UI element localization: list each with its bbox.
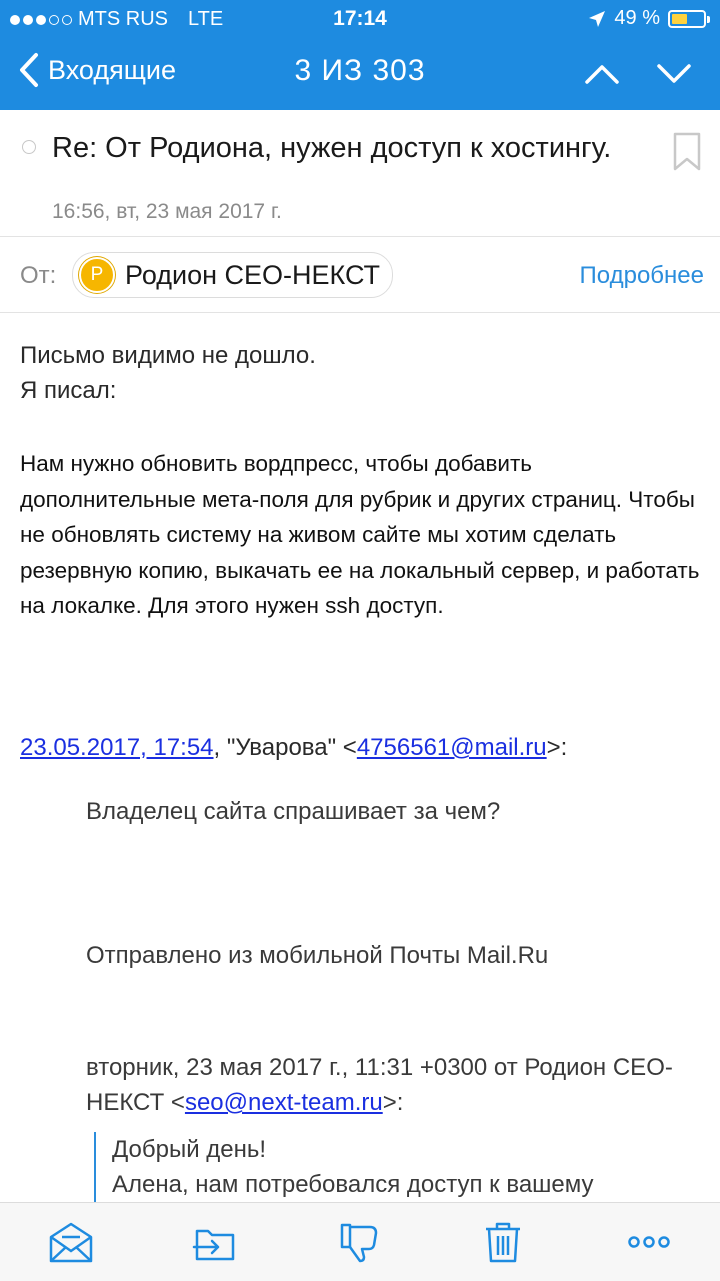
more-icon	[628, 1236, 670, 1248]
previous-message-button[interactable]	[584, 56, 620, 92]
nested-quote: Добрый день! Алена, нам потребовался дос…	[94, 1132, 594, 1202]
from-label: От:	[20, 262, 57, 289]
top-bar: MTS RUS LTE 17:14 49 % Входящие 3 ИЗ 303	[0, 0, 720, 110]
location-icon	[589, 10, 606, 27]
sender-name: Родион СЕО-НЕКСТ	[125, 259, 381, 290]
next-message-button[interactable]	[656, 56, 692, 92]
intro-text: Письмо видимо не дошло. Я писал:	[20, 338, 316, 408]
message-body: Письмо видимо не дошло. Я писал: Нам нуж…	[0, 312, 720, 1202]
details-link[interactable]: Подробнее	[580, 262, 704, 290]
nested-line: Алена, нам потребовался доступ к вашему	[112, 1171, 594, 1198]
quote-date-link[interactable]: 23.05.2017, 17:54	[20, 734, 214, 761]
trash-icon	[486, 1222, 520, 1263]
message-header: Re: От Родиона, нужен доступ к хостингу.…	[0, 110, 720, 237]
nested-email-link[interactable]: seo@next-team.ru	[185, 1089, 383, 1116]
sender-row: От: Р Родион СЕО-НЕКСТ Подробнее	[0, 236, 720, 313]
nested-suffix: >:	[382, 1089, 404, 1116]
quote-suffix: >:	[546, 734, 568, 761]
battery-icon	[668, 9, 710, 28]
signature: Отправлено из мобильной Почты Mail.Ru	[86, 942, 549, 969]
move-to-folder-icon	[192, 1229, 235, 1261]
message-date: 16:56, вт, 23 мая 2017 г.	[52, 200, 282, 223]
navigation-bar: Входящие 3 ИЗ 303	[0, 38, 720, 110]
quoted-text: Владелец сайта спрашивает за чем?	[86, 798, 501, 825]
sender-chip[interactable]: Р Родион СЕО-НЕКСТ	[72, 252, 394, 298]
more-button[interactable]	[624, 1217, 674, 1267]
quote-header: 23.05.2017, 17:54, "Уварова" <4756561@ma…	[20, 734, 567, 762]
bookmark-icon[interactable]	[672, 132, 702, 172]
nested-line: Добрый день!	[112, 1136, 267, 1163]
status-right: 49 %	[588, 7, 710, 30]
main-paragraph: Нам нужно обновить вордпресс, чтобы доба…	[20, 451, 700, 618]
bottom-toolbar	[0, 1202, 720, 1281]
body-line: Я писал:	[20, 377, 117, 404]
read-status-toggle[interactable]	[22, 140, 36, 154]
quote-author: , "Уварова" <	[213, 734, 357, 761]
message-subject: Re: От Родиона, нужен доступ к хостингу.	[52, 132, 612, 164]
message-navigation	[584, 56, 692, 92]
status-bar: MTS RUS LTE 17:14 49 %	[0, 0, 720, 38]
delete-button[interactable]	[478, 1217, 528, 1267]
battery-percent: 49 %	[614, 7, 660, 29]
body-line: Письмо видимо не дошло.	[20, 342, 316, 369]
nested-quote-header: вторник, 23 мая 2017 г., 11:31 +0300 от …	[86, 1050, 706, 1120]
mark-unread-icon	[49, 1222, 93, 1263]
avatar: Р	[79, 257, 115, 293]
mark-unread-button[interactable]	[46, 1217, 96, 1267]
spam-button[interactable]	[334, 1217, 384, 1267]
spam-icon	[340, 1223, 378, 1263]
quote-email-link[interactable]: 4756561@mail.ru	[357, 734, 547, 761]
move-button[interactable]	[190, 1217, 240, 1267]
